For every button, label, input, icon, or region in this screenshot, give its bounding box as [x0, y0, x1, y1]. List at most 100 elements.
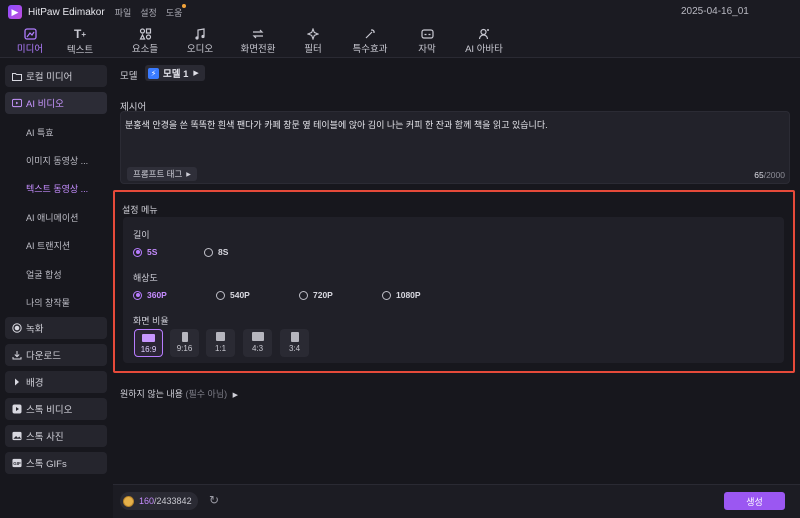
sidebar-item-stock-photo[interactable]: 스톡 사진 [5, 425, 107, 447]
length-option-5s[interactable]: 5S [133, 247, 157, 257]
sidebar-item-label: 스톡 비디오 [26, 405, 73, 416]
menu-settings[interactable]: 설정 [140, 6, 157, 19]
top-tab-bar: 미디어 T + 텍스트 요소들 오디오 화면전환 필터 특수효과 자막 AI 아… [0, 24, 800, 58]
prompt-textarea[interactable]: 분홍색 안경을 쓴 똑똑한 흰색 팬다가 카페 창문 옆 테이블에 앉아 김이 … [120, 111, 790, 184]
sidebar-item-record[interactable]: 녹화 [5, 317, 107, 339]
media-icon [23, 27, 37, 40]
aspect-option-1-1[interactable]: 1:1 [206, 329, 235, 357]
sidebar-item-stock-gifs[interactable]: GIF 스톡 GIFs [5, 452, 107, 474]
landscape-ratio-icon [251, 332, 264, 341]
radio-selected-icon [133, 290, 142, 300]
svg-text:GIF: GIF [13, 461, 21, 466]
resolution-option-720p[interactable]: 720P [299, 290, 333, 300]
option-label: 720P [313, 290, 333, 300]
sidebar-subitem-text-to-video[interactable]: 텍스트 동영상 ... [26, 182, 88, 195]
credits-total: /2433842 [154, 496, 192, 506]
option-label: 16:9 [140, 345, 157, 354]
resolution-option-360p[interactable]: 360P [133, 290, 167, 300]
sidebar-item-stock-video[interactable]: 스톡 비디오 [5, 398, 107, 420]
gif-icon: GIF [12, 458, 22, 468]
image-icon [12, 431, 22, 441]
tab-ai-avatar[interactable]: AI 아바타 [460, 27, 508, 55]
negative-prompt-label: 원하지 않는 내용 [120, 389, 183, 399]
length-option-8s[interactable]: 8S [204, 247, 228, 257]
aspect-option-4-3[interactable]: 4:3 [243, 329, 272, 357]
option-label: 3:4 [288, 344, 301, 353]
record-icon [12, 323, 22, 333]
chevron-right-icon [12, 377, 22, 387]
model-selector[interactable]: ⚡ 모델 1 ▶ [145, 65, 205, 81]
sidebar-subitem-ai-effects[interactable]: AI 특효 [26, 126, 54, 139]
tab-text[interactable]: T + 텍스트 [60, 27, 100, 56]
download-icon [12, 350, 22, 360]
sidebar-subitem-my-creations[interactable]: 나의 창작물 [26, 296, 70, 309]
filter-icon [307, 27, 319, 40]
lightning-icon: ⚡ [148, 67, 159, 79]
character-max: /2000 [763, 170, 785, 180]
menu-file[interactable]: 파일 [115, 6, 132, 19]
tab-media[interactable]: 미디어 [10, 27, 50, 55]
credits-badge: 160 /2433842 [120, 492, 198, 510]
tab-subtitle[interactable]: 자막 [412, 27, 442, 55]
aspect-option-3-4[interactable]: 3:4 [280, 329, 309, 357]
effects-icon [364, 27, 376, 40]
negative-optional-label: (필수 아님) [185, 389, 228, 399]
credits-current: 160 [139, 496, 155, 506]
text-icon: T + [73, 27, 86, 41]
option-label: 4:3 [251, 344, 264, 353]
resolution-option-1080p[interactable]: 1080P [382, 290, 421, 300]
tab-effects[interactable]: 특수효과 [346, 27, 394, 55]
app-window: ▶ HitPaw Edimakor 파일 설정 도움 2025-04-16_01… [0, 0, 800, 518]
radio-selected-icon [133, 247, 142, 257]
app-title: HitPaw Edimakor [28, 6, 105, 18]
prompt-tag-button[interactable]: 프롬프트 태그 ▶ [127, 167, 197, 181]
radio-icon [216, 290, 225, 300]
radio-icon [299, 290, 308, 300]
sidebar-subitem-ai-transition[interactable]: AI 트랜지션 [26, 239, 70, 252]
folder-icon [12, 71, 22, 81]
tab-label: 자막 [418, 44, 436, 55]
tab-label: 요소들 [131, 44, 159, 55]
resolution-label: 해상도 [133, 273, 158, 283]
square-ratio-icon [216, 332, 225, 341]
option-label: 360P [147, 290, 167, 300]
tab-label: AI 아바타 [465, 44, 503, 55]
resolution-option-540p[interactable]: 540P [216, 290, 250, 300]
sidebar-item-local-media[interactable]: 로컬 미디어 [5, 65, 107, 87]
sidebar-subitem-ai-animation[interactable]: AI 애니메이션 [26, 211, 78, 224]
transition-icon [251, 27, 265, 40]
tab-label: 오디오 [186, 44, 214, 55]
radio-icon [382, 290, 391, 300]
option-label: 1080P [396, 290, 421, 300]
menu-help[interactable]: 도움 [166, 3, 187, 19]
sidebar-subitem-image-to-video[interactable]: 이미지 동영상 ... [26, 154, 88, 167]
prompt-tag-label: 프롬프트 태그 [133, 169, 183, 179]
tab-filter[interactable]: 필터 [297, 27, 329, 55]
negative-prompt-toggle[interactable]: 원하지 않는 내용 (필수 아님) ▶ [120, 387, 238, 400]
tab-transition[interactable]: 화면전환 [234, 27, 282, 55]
option-label: 540P [230, 290, 250, 300]
option-label: 5S [147, 247, 158, 257]
landscape-ratio-icon [142, 334, 155, 342]
tab-elements[interactable]: 요소들 [125, 27, 165, 55]
settings-title: 설정 메뉴 [122, 205, 158, 215]
sidebar-item-background[interactable]: 배경 [5, 371, 107, 393]
character-counter: 65/2000 [754, 170, 785, 180]
generate-button[interactable]: 생성 [724, 492, 785, 510]
sidebar-subitem-face-swap[interactable]: 얼굴 합성 [26, 268, 62, 281]
option-label: 1:1 [214, 344, 227, 353]
option-label: 9:16 [176, 344, 193, 353]
tab-audio[interactable]: 오디오 [180, 27, 220, 55]
tab-label: 화면전환 [240, 44, 276, 55]
aspect-option-9-16[interactable]: 9:16 [170, 329, 199, 357]
radio-icon [204, 247, 213, 257]
sidebar-item-download[interactable]: 다운로드 [5, 344, 107, 366]
sidebar-item-label: AI 비디오 [26, 99, 64, 110]
sidebar-item-ai-video[interactable]: AI 비디오 [5, 92, 107, 114]
model-value: 모델 1 [163, 69, 189, 80]
project-name[interactable]: 2025-04-16_01 [681, 6, 749, 17]
elements-icon [139, 27, 152, 40]
chevron-right-icon: ▶ [193, 70, 199, 77]
aspect-option-16-9[interactable]: 16:9 [134, 329, 163, 357]
refresh-icon[interactable]: ↻ [209, 494, 222, 507]
